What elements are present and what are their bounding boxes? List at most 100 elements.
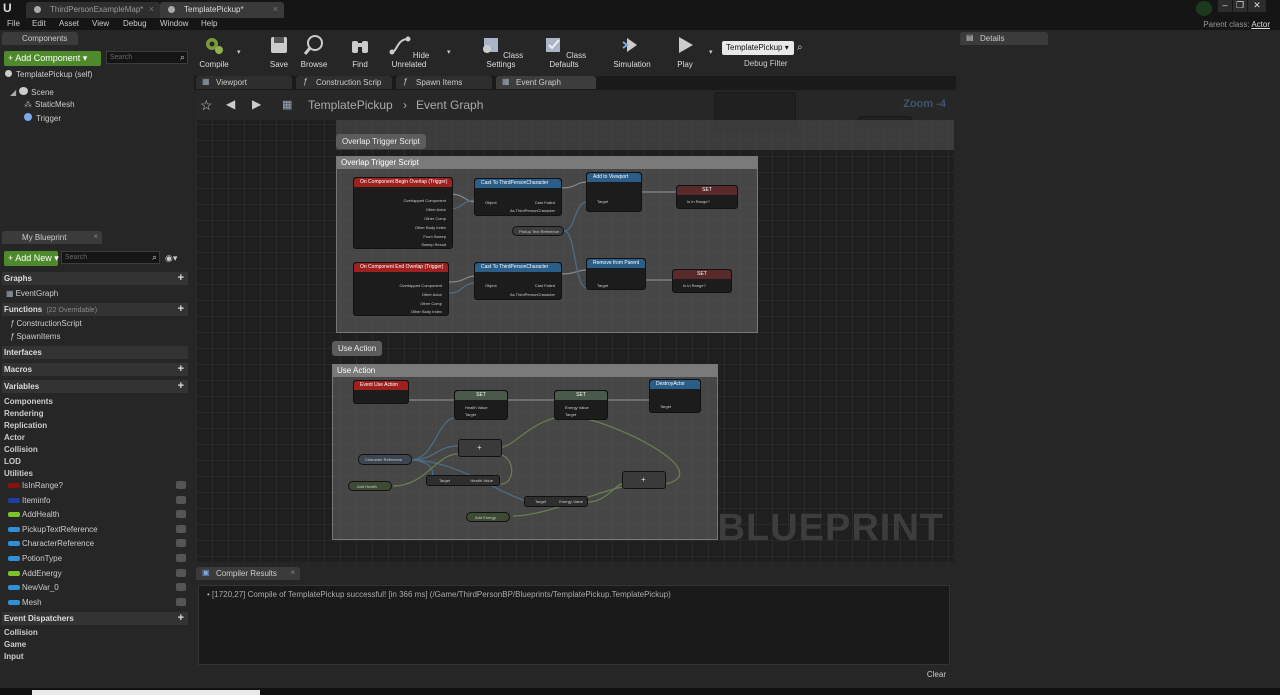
- visibility-eye-icon[interactable]: [176, 568, 186, 577]
- close-icon[interactable]: ×: [149, 4, 154, 14]
- node-begin-overlap[interactable]: On Component Begin Overlap (Trigger) Ove…: [353, 177, 453, 249]
- node-set-in-range-false[interactable]: SET Is In Range?: [672, 269, 732, 293]
- menu-window[interactable]: Window: [160, 19, 188, 28]
- parent-class-link[interactable]: Actor: [1251, 20, 1270, 29]
- visibility-eye-icon[interactable]: [176, 539, 186, 548]
- event-graph-canvas[interactable]: ☆ ◀ ▶ ▦ TemplatePickup › Event Graph Zoo…: [196, 92, 954, 562]
- debug-search-icon[interactable]: ⌕: [797, 42, 803, 53]
- components-tab[interactable]: Components: [2, 32, 78, 45]
- comment-bubble-use-action[interactable]: Use Action: [332, 341, 383, 356]
- node-get-health-value[interactable]: Target Health Value: [426, 475, 500, 486]
- class-settings-button[interactable]: Class Settings: [472, 34, 530, 69]
- close-icon[interactable]: ×: [290, 568, 295, 577]
- play-button[interactable]: Play: [668, 34, 702, 69]
- add-dispatcher-icon[interactable]: +: [178, 612, 184, 624]
- variable-category-utilities[interactable]: Utilities: [4, 469, 33, 478]
- node-add-health-var[interactable]: Add Health: [348, 481, 392, 491]
- variable-item[interactable]: Iteminfo: [6, 494, 188, 508]
- source-control-icon[interactable]: [1196, 1, 1212, 16]
- functions-category[interactable]: Functions (22 Overridable) +: [2, 303, 188, 316]
- node-set-health[interactable]: SET Health Value Target: [454, 390, 508, 420]
- close-window-icon[interactable]: ✕: [1248, 0, 1266, 12]
- eye-icon[interactable]: ◉▾: [165, 253, 177, 264]
- add-graph-icon[interactable]: +: [178, 272, 184, 284]
- variable-item[interactable]: IsInRange?: [6, 479, 188, 493]
- details-tab[interactable]: ▤ Details: [960, 32, 1048, 45]
- blueprint-search-input[interactable]: Search ⌕: [61, 251, 160, 264]
- components-search-input[interactable]: Search ⌕: [106, 51, 188, 64]
- variable-category-components[interactable]: Components: [4, 397, 53, 406]
- variable-item[interactable]: AddHealth: [6, 508, 188, 522]
- node-add-viewport[interactable]: Add to Viewport Target: [586, 172, 642, 212]
- comment-title-use-action[interactable]: Use Action: [333, 365, 717, 377]
- node-destroy-actor[interactable]: DestroyActor Target: [649, 379, 701, 413]
- variables-category[interactable]: Variables +: [2, 380, 188, 393]
- variable-category-collision[interactable]: Collision: [4, 445, 38, 454]
- node-pickup-ref[interactable]: Pickup Text Reference: [512, 226, 564, 236]
- tab-viewport[interactable]: ▦ Viewport: [196, 76, 292, 89]
- play-options-icon[interactable]: ▾: [709, 48, 713, 56]
- node-cast-begin[interactable]: Cast To ThirdPersonCharacter Object Cast…: [474, 178, 562, 216]
- node-set-in-range-true[interactable]: SET Is In Range?: [676, 185, 738, 209]
- node-add-energy-var[interactable]: Add Energy: [466, 512, 510, 522]
- node-get-energy-value[interactable]: Target Energy Value: [524, 496, 588, 507]
- my-blueprint-tab[interactable]: My Blueprint ×: [2, 231, 102, 244]
- dispatcher-category-input[interactable]: Input: [4, 652, 24, 661]
- node-add-float-health[interactable]: +: [458, 439, 502, 457]
- compile-options-icon[interactable]: ▾: [237, 48, 241, 56]
- add-component-button[interactable]: + Add Component ▾: [4, 51, 101, 66]
- graph-item-eventgraph[interactable]: ▦ EventGraph: [6, 289, 58, 298]
- compiler-results-tab[interactable]: ▣ Compiler Results ×: [196, 567, 300, 580]
- node-end-overlap[interactable]: On Component End Overlap (Trigger) Overl…: [353, 262, 449, 316]
- node-character-ref[interactable]: Character Reference: [358, 454, 412, 465]
- add-new-button[interactable]: + Add New ▾: [4, 251, 59, 266]
- comment-bubble-overlap[interactable]: Overlap Trigger Script: [336, 134, 426, 149]
- compile-button[interactable]: Compile: [196, 34, 232, 69]
- node-add-float-energy[interactable]: +: [622, 471, 666, 489]
- tab-spawn-items[interactable]: ƒ Spawn Items: [396, 76, 492, 89]
- function-item-spawn-items[interactable]: ƒ SpawnItems: [10, 332, 60, 341]
- menu-help[interactable]: Help: [201, 19, 217, 28]
- tab-third-person-map[interactable]: ThirdPersonExampleMap* ×: [26, 2, 160, 18]
- variable-item[interactable]: PickupTextReference: [6, 523, 188, 537]
- find-button[interactable]: Find: [346, 34, 374, 69]
- variable-category-actor[interactable]: Actor: [4, 433, 25, 442]
- interfaces-category[interactable]: Interfaces: [2, 346, 188, 359]
- variable-category-lod[interactable]: LOD: [4, 457, 21, 466]
- node-cast-end[interactable]: Cast To ThirdPersonCharacter Object Cast…: [474, 262, 562, 300]
- tab-template-pickup[interactable]: TemplatePickup* ×: [160, 2, 284, 18]
- dispatcher-category-game[interactable]: Game: [4, 640, 26, 649]
- visibility-eye-icon[interactable]: [176, 524, 186, 533]
- variable-category-replication[interactable]: Replication: [4, 421, 47, 430]
- tab-construction-script[interactable]: ƒ Construction Scrip: [296, 76, 392, 89]
- graphs-category[interactable]: Graphs +: [2, 272, 188, 285]
- add-variable-icon[interactable]: +: [178, 380, 184, 392]
- maximize-icon[interactable]: ❐: [1233, 0, 1247, 12]
- clear-button[interactable]: Clear: [927, 670, 946, 679]
- variable-item[interactable]: Mesh: [6, 596, 188, 610]
- close-icon[interactable]: ×: [93, 232, 98, 241]
- class-defaults-button[interactable]: Class Defaults: [534, 34, 594, 69]
- visibility-eye-icon[interactable]: [176, 583, 186, 592]
- component-trigger[interactable]: Trigger: [24, 113, 61, 123]
- menu-asset[interactable]: Asset: [59, 19, 79, 28]
- variable-item[interactable]: CharacterReference: [6, 537, 188, 551]
- menu-edit[interactable]: Edit: [32, 19, 46, 28]
- hide-unrelated-button[interactable]: Hide Unrelated: [380, 34, 438, 69]
- hide-unrelated-options-icon[interactable]: ▾: [447, 48, 451, 56]
- variable-category-rendering[interactable]: Rendering: [4, 409, 44, 418]
- debug-object-select[interactable]: TemplatePickup ▾: [722, 41, 794, 55]
- component-scene[interactable]: ◢ Scene: [10, 87, 54, 97]
- taskbar-search[interactable]: [32, 690, 260, 695]
- variable-item[interactable]: PotionType: [6, 552, 188, 566]
- variable-item[interactable]: NewVar_0: [6, 581, 188, 595]
- add-function-icon[interactable]: +: [178, 303, 184, 315]
- menu-debug[interactable]: Debug: [123, 19, 147, 28]
- node-set-energy[interactable]: SET Energy Value Target: [554, 390, 608, 420]
- save-button[interactable]: Save: [265, 34, 293, 69]
- variable-item[interactable]: AddEnergy: [6, 567, 188, 581]
- visibility-eye-icon[interactable]: [176, 481, 186, 489]
- function-item-construction-script[interactable]: ƒ ConstructionScript: [10, 319, 82, 328]
- visibility-eye-icon[interactable]: [176, 597, 186, 606]
- minimize-icon[interactable]: –: [1218, 0, 1232, 12]
